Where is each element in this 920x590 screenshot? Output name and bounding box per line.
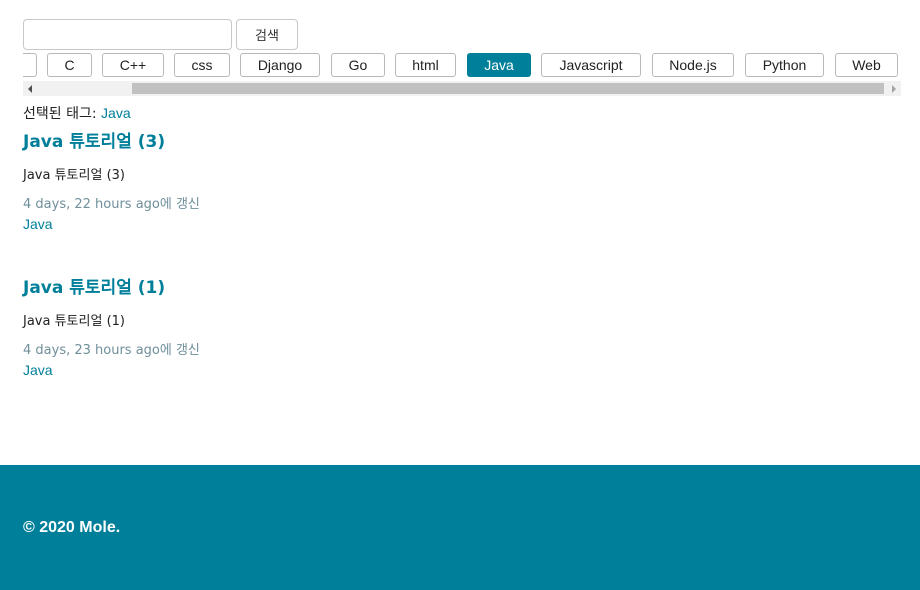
post-excerpt: Java 튜토리얼 (1) — [23, 314, 125, 329]
horizontal-scrollbar[interactable] — [23, 81, 901, 96]
post-tag-link[interactable]: Java — [23, 216, 200, 232]
tag-button-javascript[interactable]: Javascript — [541, 53, 641, 77]
tag-button-web[interactable]: Web — [835, 53, 898, 77]
post-tag-link[interactable]: Java — [23, 362, 200, 378]
tag-button-html[interactable]: html — [395, 53, 456, 77]
arrow-left-icon[interactable] — [23, 81, 37, 96]
post-updated: 4 days, 22 hours ago에 갱신 — [23, 197, 200, 212]
post-item: Java 튜토리얼 (1) Java 튜토리얼 (1) 4 days, 23 h… — [23, 273, 200, 378]
tag-button-cpp[interactable]: C++ — [102, 53, 164, 77]
tag-button-c[interactable]: C — [47, 53, 92, 77]
search-button[interactable]: 검색 — [236, 19, 298, 50]
search-bar: 검색 — [23, 19, 298, 50]
post-title-link[interactable]: Java 튜토리얼 (1) — [23, 278, 165, 298]
selected-tag-link[interactable]: Java — [101, 105, 131, 121]
post-item: Java 튜토리얼 (3) Java 튜토리얼 (3) 4 days, 22 h… — [23, 127, 200, 232]
scroll-thumb[interactable] — [132, 83, 884, 94]
tag-button-css[interactable]: css — [174, 53, 230, 77]
tag-scroller: C C++ css Django Go html Java Javascript… — [23, 53, 901, 97]
selected-tag-line: 선택된 태그: Java — [23, 103, 131, 123]
tag-button-go[interactable]: Go — [331, 53, 385, 77]
post-excerpt: Java 튜토리얼 (3) — [23, 168, 125, 183]
tag-button[interactable] — [23, 53, 37, 77]
footer: © 2020 Mole. — [0, 465, 920, 590]
tag-button-nodejs[interactable]: Node.js — [652, 53, 734, 77]
selected-tag-prefix: 선택된 태그: — [23, 106, 102, 122]
tag-button-python[interactable]: Python — [745, 53, 824, 77]
tag-button-django[interactable]: Django — [240, 53, 320, 77]
footer-copyright: © 2020 Mole. — [23, 519, 121, 536]
arrow-right-icon[interactable] — [887, 81, 901, 96]
search-input[interactable] — [23, 19, 232, 50]
post-updated: 4 days, 23 hours ago에 갱신 — [23, 343, 200, 358]
post-title-link[interactable]: Java 튜토리얼 (3) — [23, 132, 165, 152]
tag-button-java[interactable]: Java — [467, 53, 531, 77]
